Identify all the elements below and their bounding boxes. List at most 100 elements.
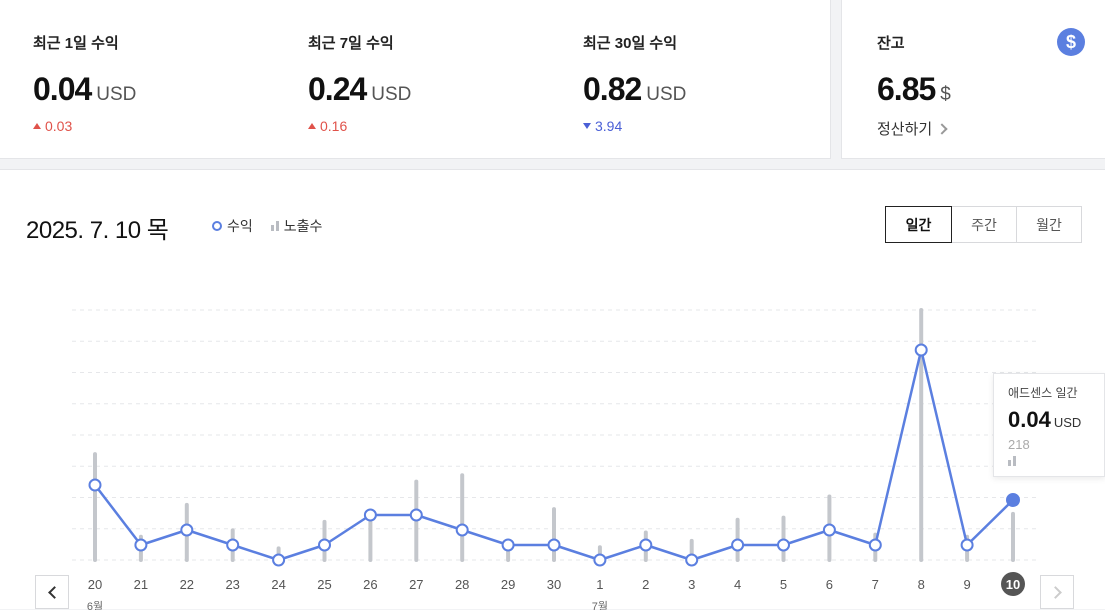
revenue-point xyxy=(822,523,836,537)
stat-value-row: 0.24 USD xyxy=(308,71,411,108)
revenue-point xyxy=(868,538,882,552)
balance-stat: 잔고 6.85 $ 정산하기 xyxy=(877,32,951,139)
x-tick-label: 26 xyxy=(363,577,377,592)
arrow-up-icon xyxy=(33,123,41,129)
revenue-point xyxy=(88,478,102,492)
stat-value-row: 0.04 USD xyxy=(33,71,136,108)
x-tick-label: 30 xyxy=(547,577,561,592)
chart-tooltip: 애드센스 일간 0.04 USD 218 xyxy=(993,373,1105,477)
x-tick-label: 24 xyxy=(271,577,285,592)
stat-unit: USD xyxy=(646,84,687,105)
arrow-down-icon xyxy=(583,123,591,129)
revenue-point xyxy=(547,538,561,552)
revenue-point xyxy=(1006,493,1020,507)
x-tick-label: 1 xyxy=(596,577,603,592)
revenue-point xyxy=(731,538,745,552)
x-tick-label: 6 xyxy=(826,577,833,592)
x-tick-label: 22 xyxy=(180,577,194,592)
x-tick-label: 28 xyxy=(455,577,469,592)
bar-chart-icon xyxy=(270,221,279,231)
stat-30day: 최근 30일 수익 0.82 USD 3.94 xyxy=(583,32,686,134)
tooltip-value-row: 0.04 USD xyxy=(1008,407,1104,433)
revenue-point xyxy=(501,538,515,552)
x-tick-label: 27 xyxy=(409,577,423,592)
balance-label: 잔고 xyxy=(877,35,905,52)
revenue-point xyxy=(134,538,148,552)
revenue-point xyxy=(409,508,423,522)
x-tick-label: 25 xyxy=(317,577,331,592)
revenue-point xyxy=(914,343,928,357)
stat-label: 최근 30일 수익 xyxy=(583,35,678,52)
prev-period-button[interactable] xyxy=(35,575,69,609)
x-tick-label: 10 xyxy=(1006,577,1020,592)
legend-impressions-label: 노출수 xyxy=(283,218,323,234)
chevron-right-icon xyxy=(1048,585,1062,599)
balance-value-row: 6.85 $ xyxy=(877,71,951,108)
legend-revenue: 수익 xyxy=(212,216,253,236)
chart-date-title: 2025. 7. 10 목 xyxy=(26,217,169,244)
circle-marker-icon xyxy=(212,221,222,231)
tooltip-title: 애드센스 일간 xyxy=(1008,386,1078,400)
x-tick-label: 9 xyxy=(963,577,970,592)
segment-daily[interactable]: 일간 xyxy=(885,206,952,243)
revenue-point xyxy=(777,538,790,552)
stat-unit: USD xyxy=(96,84,137,105)
x-tick-label: 7 xyxy=(872,577,879,592)
daily-chart-panel: 20 21 22 23 24 25 26 27 28 29 30 1 2 3 4 5 6 7 8 9 10 6월 7월 20… xyxy=(0,169,1105,610)
settle-label[interactable]: 정산하기 xyxy=(877,118,932,139)
x-tick-label: 29 xyxy=(501,577,515,592)
tooltip-value: 0.04 xyxy=(1008,407,1051,432)
period-segmented-control: 일간 주간 월간 xyxy=(885,206,1082,243)
settle-link[interactable]: 정산하기 xyxy=(877,118,951,139)
chevron-left-icon xyxy=(47,585,61,599)
revenue-point xyxy=(363,508,377,522)
stat-delta: 0.03 xyxy=(33,118,136,134)
stat-value: 0.24 xyxy=(308,71,367,107)
tooltip-unit: USD xyxy=(1053,415,1082,430)
segment-weekly[interactable]: 주간 xyxy=(951,206,1017,243)
tooltip-impressions: 218 xyxy=(1008,437,1030,452)
stat-value-row: 0.82 USD xyxy=(583,71,686,108)
stat-delta: 0.16 xyxy=(308,118,411,134)
x-tick-label: 8 xyxy=(918,577,925,592)
legend-impressions: 노출수 xyxy=(270,216,323,236)
stat-delta-value: 3.94 xyxy=(595,118,623,134)
dollar-icon: $ xyxy=(1057,28,1085,56)
revenue-point xyxy=(455,523,469,537)
next-period-button[interactable] xyxy=(1040,575,1074,609)
segment-monthly[interactable]: 월간 xyxy=(1016,206,1082,243)
x-tick-label: 23 xyxy=(225,577,239,592)
stat-delta-value: 0.16 xyxy=(320,118,348,134)
x-tick-label: 5 xyxy=(780,577,787,592)
balance-unit: $ xyxy=(940,84,951,105)
revenue-point xyxy=(593,553,607,567)
revenue-point xyxy=(639,538,653,552)
stat-delta-value: 0.03 xyxy=(45,118,73,134)
x-tick-label: 3 xyxy=(688,577,695,592)
revenue-point xyxy=(318,538,331,552)
revenue-point xyxy=(180,523,194,537)
stat-value: 0.04 xyxy=(33,71,92,107)
x-tick-label: 20 xyxy=(88,577,102,592)
x-tick-label: 4 xyxy=(734,577,741,592)
stat-delta: 3.94 xyxy=(583,118,686,134)
stat-label: 최근 1일 수익 xyxy=(33,35,119,52)
stat-unit: USD xyxy=(371,84,412,105)
chevron-right-icon xyxy=(936,122,948,135)
revenue-point xyxy=(960,538,974,552)
stat-1day: 최근 1일 수익 0.04 USD 0.03 xyxy=(33,32,136,134)
arrow-up-icon xyxy=(308,123,316,129)
chart-legend: 수익 노출수 xyxy=(212,216,322,236)
x-tick-label: 2 xyxy=(642,577,649,592)
stat-value: 0.82 xyxy=(583,71,642,107)
revenue-point xyxy=(226,538,240,552)
revenue-point xyxy=(272,553,286,567)
bar-chart-icon xyxy=(1008,456,1104,466)
x-tick-label: 21 xyxy=(134,577,148,592)
revenue-stats-card: 최근 1일 수익 0.04 USD 0.03 최근 7일 수익 0.24 USD… xyxy=(0,0,831,159)
balance-value: 6.85 xyxy=(877,71,936,107)
stat-label: 최근 7일 수익 xyxy=(308,35,394,52)
revenue-point xyxy=(685,553,699,567)
legend-revenue-label: 수익 xyxy=(227,218,253,234)
stat-7day: 최근 7일 수익 0.24 USD 0.16 xyxy=(308,32,411,134)
